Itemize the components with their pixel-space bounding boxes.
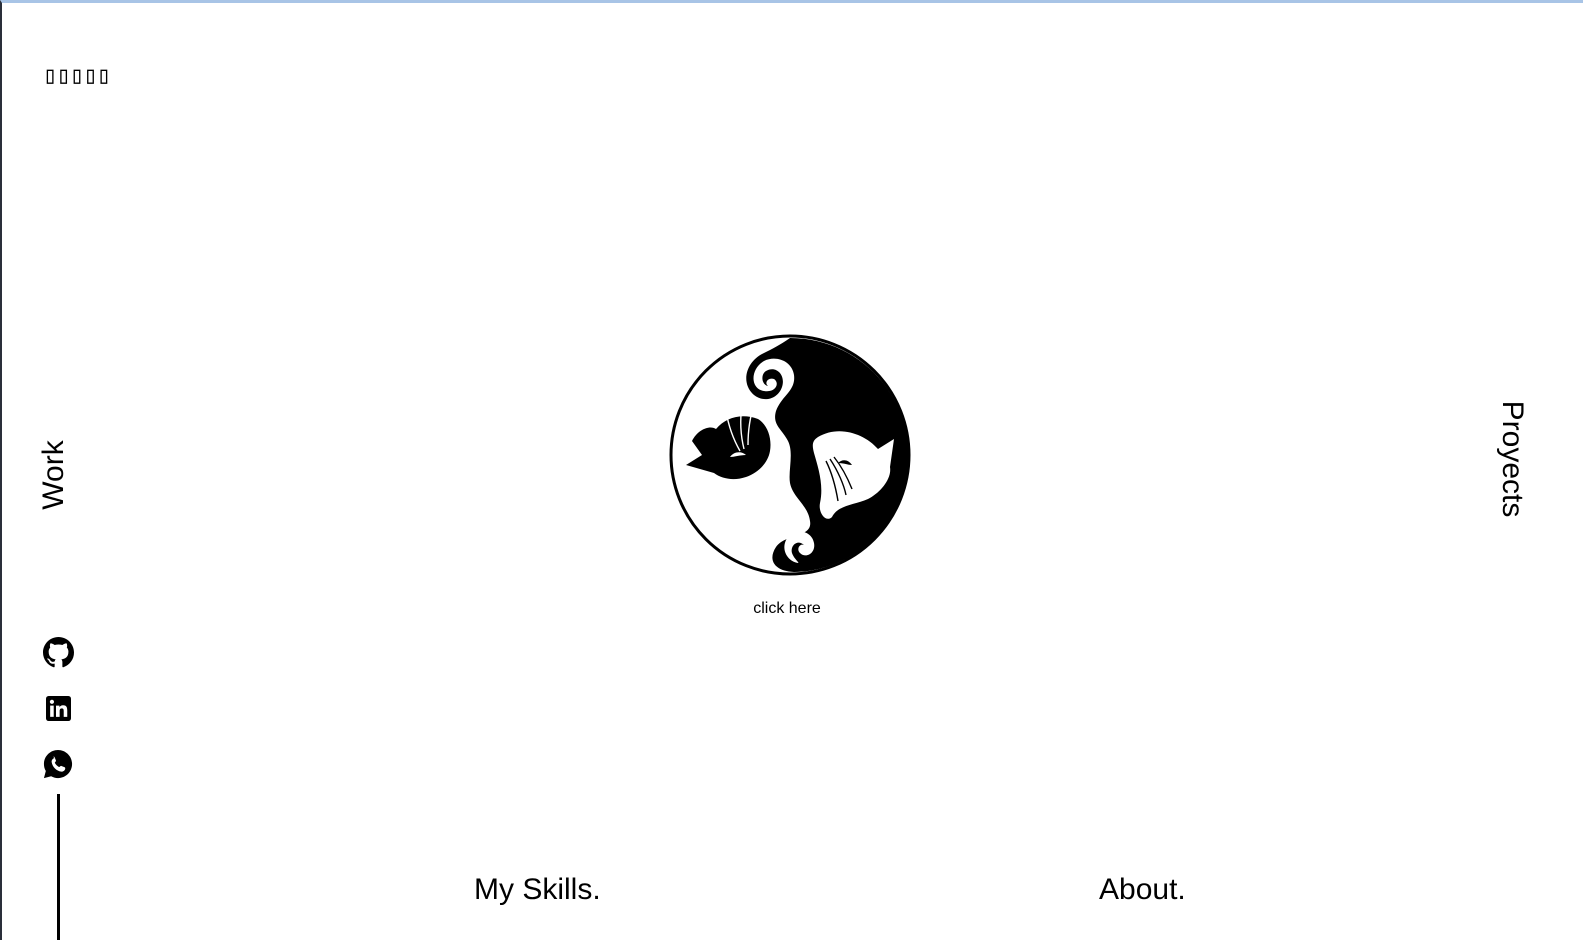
site-logo-text[interactable]: ▯▯▯▯▯	[43, 63, 111, 87]
nav-link-about[interactable]: About.	[1099, 872, 1186, 908]
github-icon	[42, 636, 74, 667]
nav-link-my-skills[interactable]: My Skills.	[474, 872, 601, 908]
github-link[interactable]	[42, 636, 74, 668]
linkedin-icon	[45, 695, 71, 721]
linkedin-link[interactable]	[42, 692, 74, 724]
whatsapp-link[interactable]	[42, 748, 74, 780]
social-divider-line	[57, 794, 60, 940]
page: ▯▯▯▯▯ Work Proyects click here My Skills…	[0, 0, 1583, 940]
click-here-button[interactable]: click here	[753, 600, 821, 618]
nav-link-proyects[interactable]: Proyects	[1496, 401, 1529, 518]
yin-yang-cats-icon[interactable]	[668, 333, 912, 577]
whatsapp-icon	[43, 749, 73, 779]
nav-link-work[interactable]: Work	[37, 440, 70, 509]
